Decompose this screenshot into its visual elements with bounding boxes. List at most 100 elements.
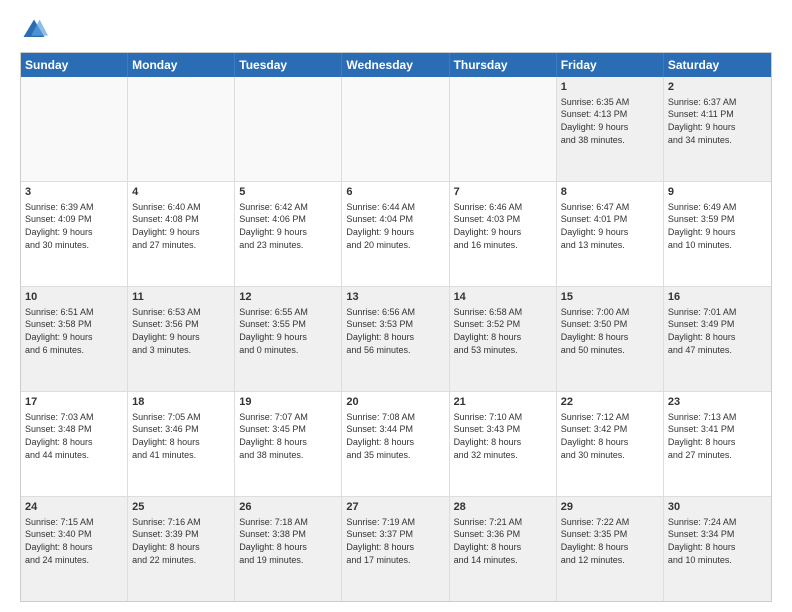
calendar-row: 10Sunrise: 6:51 AM Sunset: 3:58 PM Dayli… — [21, 287, 771, 392]
calendar-cell: 16Sunrise: 7:01 AM Sunset: 3:49 PM Dayli… — [664, 287, 771, 391]
calendar-row: 17Sunrise: 7:03 AM Sunset: 3:48 PM Dayli… — [21, 392, 771, 497]
calendar-header-cell: Friday — [557, 53, 664, 77]
calendar-cell: 28Sunrise: 7:21 AM Sunset: 3:36 PM Dayli… — [450, 497, 557, 601]
calendar-cell: 19Sunrise: 7:07 AM Sunset: 3:45 PM Dayli… — [235, 392, 342, 496]
calendar-header-cell: Thursday — [450, 53, 557, 77]
calendar-cell — [450, 77, 557, 181]
day-details: Sunrise: 7:15 AM Sunset: 3:40 PM Dayligh… — [25, 516, 123, 566]
calendar-cell: 27Sunrise: 7:19 AM Sunset: 3:37 PM Dayli… — [342, 497, 449, 601]
calendar-cell: 6Sunrise: 6:44 AM Sunset: 4:04 PM Daylig… — [342, 182, 449, 286]
day-number: 22 — [561, 395, 659, 410]
day-details: Sunrise: 6:44 AM Sunset: 4:04 PM Dayligh… — [346, 201, 444, 251]
calendar-cell: 9Sunrise: 6:49 AM Sunset: 3:59 PM Daylig… — [664, 182, 771, 286]
day-number: 25 — [132, 500, 230, 515]
calendar-cell: 14Sunrise: 6:58 AM Sunset: 3:52 PM Dayli… — [450, 287, 557, 391]
day-number: 13 — [346, 290, 444, 305]
calendar-cell: 12Sunrise: 6:55 AM Sunset: 3:55 PM Dayli… — [235, 287, 342, 391]
calendar-row: 3Sunrise: 6:39 AM Sunset: 4:09 PM Daylig… — [21, 182, 771, 287]
day-number: 15 — [561, 290, 659, 305]
day-number: 20 — [346, 395, 444, 410]
calendar-cell: 30Sunrise: 7:24 AM Sunset: 3:34 PM Dayli… — [664, 497, 771, 601]
day-details: Sunrise: 6:35 AM Sunset: 4:13 PM Dayligh… — [561, 96, 659, 146]
calendar-cell: 3Sunrise: 6:39 AM Sunset: 4:09 PM Daylig… — [21, 182, 128, 286]
day-number: 24 — [25, 500, 123, 515]
day-details: Sunrise: 7:10 AM Sunset: 3:43 PM Dayligh… — [454, 411, 552, 461]
day-number: 26 — [239, 500, 337, 515]
calendar-cell: 7Sunrise: 6:46 AM Sunset: 4:03 PM Daylig… — [450, 182, 557, 286]
day-number: 7 — [454, 185, 552, 200]
day-number: 23 — [668, 395, 767, 410]
header — [20, 16, 772, 44]
day-number: 12 — [239, 290, 337, 305]
calendar-cell — [342, 77, 449, 181]
day-details: Sunrise: 7:03 AM Sunset: 3:48 PM Dayligh… — [25, 411, 123, 461]
calendar-header-cell: Tuesday — [235, 53, 342, 77]
day-details: Sunrise: 7:07 AM Sunset: 3:45 PM Dayligh… — [239, 411, 337, 461]
day-number: 18 — [132, 395, 230, 410]
day-details: Sunrise: 7:12 AM Sunset: 3:42 PM Dayligh… — [561, 411, 659, 461]
day-details: Sunrise: 6:49 AM Sunset: 3:59 PM Dayligh… — [668, 201, 767, 251]
calendar-cell — [235, 77, 342, 181]
day-number: 1 — [561, 80, 659, 95]
day-number: 5 — [239, 185, 337, 200]
day-number: 16 — [668, 290, 767, 305]
day-details: Sunrise: 7:18 AM Sunset: 3:38 PM Dayligh… — [239, 516, 337, 566]
calendar-cell: 29Sunrise: 7:22 AM Sunset: 3:35 PM Dayli… — [557, 497, 664, 601]
day-details: Sunrise: 6:47 AM Sunset: 4:01 PM Dayligh… — [561, 201, 659, 251]
day-number: 19 — [239, 395, 337, 410]
calendar-cell: 8Sunrise: 6:47 AM Sunset: 4:01 PM Daylig… — [557, 182, 664, 286]
page: SundayMondayTuesdayWednesdayThursdayFrid… — [0, 0, 792, 612]
calendar-cell: 11Sunrise: 6:53 AM Sunset: 3:56 PM Dayli… — [128, 287, 235, 391]
day-number: 10 — [25, 290, 123, 305]
calendar-cell: 18Sunrise: 7:05 AM Sunset: 3:46 PM Dayli… — [128, 392, 235, 496]
calendar-body: 1Sunrise: 6:35 AM Sunset: 4:13 PM Daylig… — [21, 77, 771, 601]
calendar-cell: 10Sunrise: 6:51 AM Sunset: 3:58 PM Dayli… — [21, 287, 128, 391]
day-number: 6 — [346, 185, 444, 200]
calendar-header: SundayMondayTuesdayWednesdayThursdayFrid… — [21, 53, 771, 77]
day-details: Sunrise: 7:24 AM Sunset: 3:34 PM Dayligh… — [668, 516, 767, 566]
day-number: 21 — [454, 395, 552, 410]
calendar-cell: 25Sunrise: 7:16 AM Sunset: 3:39 PM Dayli… — [128, 497, 235, 601]
calendar-header-cell: Monday — [128, 53, 235, 77]
day-details: Sunrise: 7:00 AM Sunset: 3:50 PM Dayligh… — [561, 306, 659, 356]
day-details: Sunrise: 7:01 AM Sunset: 3:49 PM Dayligh… — [668, 306, 767, 356]
day-number: 11 — [132, 290, 230, 305]
day-details: Sunrise: 6:58 AM Sunset: 3:52 PM Dayligh… — [454, 306, 552, 356]
day-details: Sunrise: 6:55 AM Sunset: 3:55 PM Dayligh… — [239, 306, 337, 356]
day-number: 27 — [346, 500, 444, 515]
calendar-row: 1Sunrise: 6:35 AM Sunset: 4:13 PM Daylig… — [21, 77, 771, 182]
calendar-cell: 13Sunrise: 6:56 AM Sunset: 3:53 PM Dayli… — [342, 287, 449, 391]
day-number: 8 — [561, 185, 659, 200]
day-details: Sunrise: 6:42 AM Sunset: 4:06 PM Dayligh… — [239, 201, 337, 251]
day-details: Sunrise: 7:05 AM Sunset: 3:46 PM Dayligh… — [132, 411, 230, 461]
calendar-header-cell: Saturday — [664, 53, 771, 77]
day-details: Sunrise: 7:21 AM Sunset: 3:36 PM Dayligh… — [454, 516, 552, 566]
day-number: 3 — [25, 185, 123, 200]
calendar-header-cell: Wednesday — [342, 53, 449, 77]
day-details: Sunrise: 7:22 AM Sunset: 3:35 PM Dayligh… — [561, 516, 659, 566]
day-details: Sunrise: 6:39 AM Sunset: 4:09 PM Dayligh… — [25, 201, 123, 251]
calendar-cell: 15Sunrise: 7:00 AM Sunset: 3:50 PM Dayli… — [557, 287, 664, 391]
day-number: 17 — [25, 395, 123, 410]
calendar-cell: 26Sunrise: 7:18 AM Sunset: 3:38 PM Dayli… — [235, 497, 342, 601]
day-number: 14 — [454, 290, 552, 305]
calendar-cell — [128, 77, 235, 181]
day-number: 28 — [454, 500, 552, 515]
calendar: SundayMondayTuesdayWednesdayThursdayFrid… — [20, 52, 772, 602]
calendar-cell: 2Sunrise: 6:37 AM Sunset: 4:11 PM Daylig… — [664, 77, 771, 181]
day-details: Sunrise: 7:19 AM Sunset: 3:37 PM Dayligh… — [346, 516, 444, 566]
calendar-cell: 23Sunrise: 7:13 AM Sunset: 3:41 PM Dayli… — [664, 392, 771, 496]
day-details: Sunrise: 6:56 AM Sunset: 3:53 PM Dayligh… — [346, 306, 444, 356]
day-details: Sunrise: 7:16 AM Sunset: 3:39 PM Dayligh… — [132, 516, 230, 566]
day-details: Sunrise: 6:40 AM Sunset: 4:08 PM Dayligh… — [132, 201, 230, 251]
calendar-cell: 4Sunrise: 6:40 AM Sunset: 4:08 PM Daylig… — [128, 182, 235, 286]
day-number: 2 — [668, 80, 767, 95]
calendar-cell: 20Sunrise: 7:08 AM Sunset: 3:44 PM Dayli… — [342, 392, 449, 496]
calendar-cell: 21Sunrise: 7:10 AM Sunset: 3:43 PM Dayli… — [450, 392, 557, 496]
day-details: Sunrise: 7:08 AM Sunset: 3:44 PM Dayligh… — [346, 411, 444, 461]
calendar-cell: 1Sunrise: 6:35 AM Sunset: 4:13 PM Daylig… — [557, 77, 664, 181]
day-details: Sunrise: 6:37 AM Sunset: 4:11 PM Dayligh… — [668, 96, 767, 146]
calendar-cell: 24Sunrise: 7:15 AM Sunset: 3:40 PM Dayli… — [21, 497, 128, 601]
calendar-header-cell: Sunday — [21, 53, 128, 77]
day-number: 9 — [668, 185, 767, 200]
